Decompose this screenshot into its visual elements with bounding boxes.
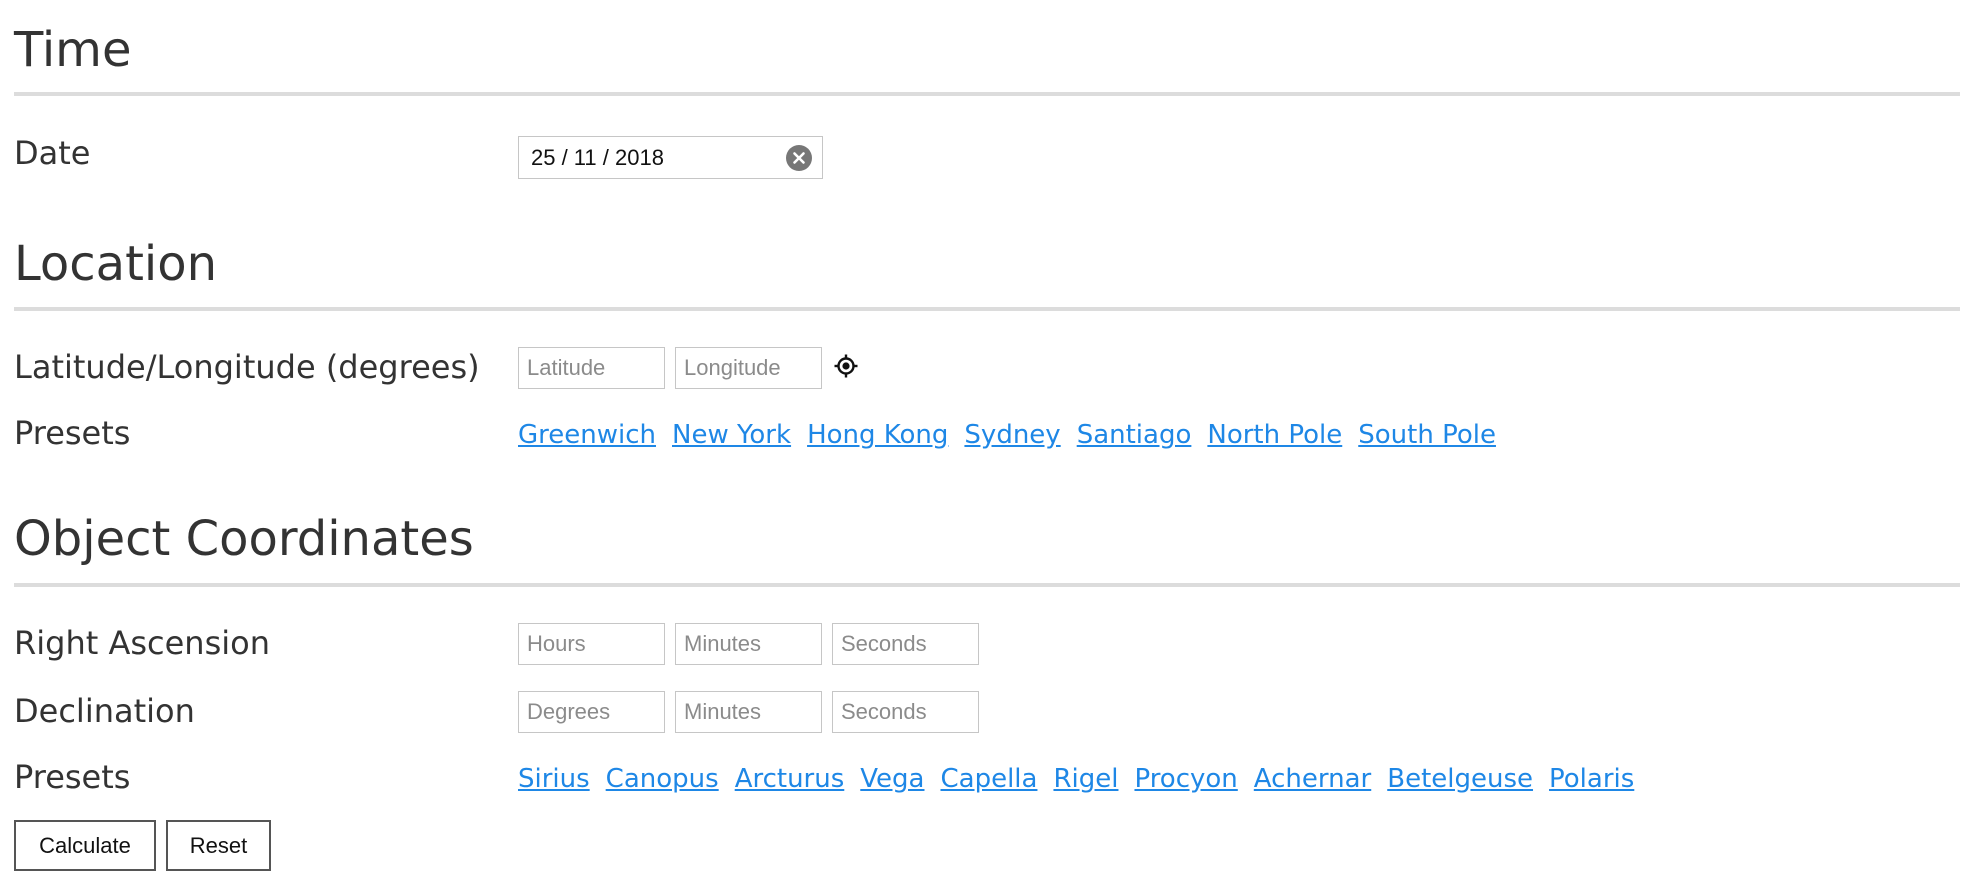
- longitude-input[interactable]: [675, 347, 822, 389]
- calculate-button[interactable]: Calculate: [14, 820, 156, 871]
- preset-capella-link[interactable]: Capella: [940, 764, 1037, 794]
- dec-seconds-input[interactable]: [832, 691, 979, 733]
- preset-sirius-link[interactable]: Sirius: [518, 764, 590, 794]
- preset-betelgeuse-link[interactable]: Betelgeuse: [1387, 764, 1533, 794]
- ra-minutes-input[interactable]: [675, 623, 822, 665]
- preset-rigel-link[interactable]: Rigel: [1053, 764, 1118, 794]
- preset-new-york-link[interactable]: New York: [672, 420, 791, 450]
- ra-seconds-input[interactable]: [832, 623, 979, 665]
- clear-icon[interactable]: [786, 145, 812, 171]
- time-heading: Time: [14, 22, 132, 78]
- object-presets-label: Presets: [14, 758, 131, 796]
- preset-achernar-link[interactable]: Achernar: [1254, 764, 1371, 794]
- date-value[interactable]: 25 / 11 / 2018: [531, 145, 664, 171]
- object-presets-list: Sirius Canopus Arcturus Vega Capella Rigel Pro…: [518, 764, 1650, 794]
- object-coordinates-heading: Object Coordinates: [14, 511, 474, 567]
- preset-polaris-link[interactable]: Polaris: [1549, 764, 1634, 794]
- preset-south-pole-link[interactable]: South Pole: [1358, 420, 1496, 450]
- reset-button[interactable]: Reset: [166, 820, 271, 871]
- preset-canopus-link[interactable]: Canopus: [606, 764, 719, 794]
- date-field[interactable]: 25 / 11 / 2018: [518, 136, 823, 179]
- section-divider: [14, 92, 1960, 96]
- crosshair-locate-icon[interactable]: [833, 353, 859, 379]
- preset-santiago-link[interactable]: Santiago: [1077, 420, 1192, 450]
- preset-arcturus-link[interactable]: Arcturus: [735, 764, 845, 794]
- latlon-label: Latitude/Longitude (degrees): [14, 348, 480, 386]
- preset-north-pole-link[interactable]: North Pole: [1207, 420, 1342, 450]
- dec-minutes-input[interactable]: [675, 691, 822, 733]
- location-heading: Location: [14, 236, 218, 292]
- preset-vega-link[interactable]: Vega: [860, 764, 924, 794]
- preset-greenwich-link[interactable]: Greenwich: [518, 420, 656, 450]
- preset-hong-kong-link[interactable]: Hong Kong: [807, 420, 948, 450]
- section-divider: [14, 307, 1960, 311]
- latitude-input[interactable]: [518, 347, 665, 389]
- preset-procyon-link[interactable]: Procyon: [1134, 764, 1237, 794]
- right-ascension-label: Right Ascension: [14, 624, 270, 662]
- declination-label: Declination: [14, 692, 195, 730]
- location-presets-label: Presets: [14, 414, 131, 452]
- section-divider: [14, 583, 1960, 587]
- date-label: Date: [14, 134, 91, 172]
- dec-degrees-input[interactable]: [518, 691, 665, 733]
- ra-hours-input[interactable]: [518, 623, 665, 665]
- preset-sydney-link[interactable]: Sydney: [964, 420, 1060, 450]
- location-presets-list: Greenwich New York Hong Kong Sydney Santiago…: [518, 420, 1512, 450]
